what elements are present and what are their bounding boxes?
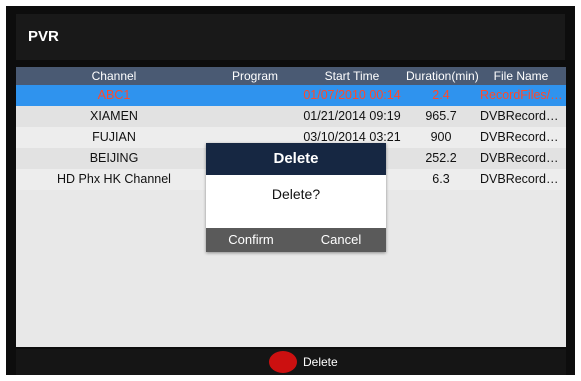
cell-program	[212, 85, 298, 106]
title-bar: PVR	[16, 14, 565, 60]
bottom-hint-bar: Delete	[16, 349, 566, 375]
cell-channel: HD Phx HK Channel	[57, 172, 171, 186]
tv-screen: PVR Channel Program Start Time Duration(…	[6, 6, 575, 375]
cell-channel: XIAMEN	[90, 109, 138, 123]
column-header-start-time: Start Time	[324, 69, 380, 83]
cell-program	[212, 106, 298, 127]
file-name-text: DVBRecordFiles/..	[480, 172, 566, 186]
table-row[interactable]: XIAMEN 01/21/2014 09:19 965.7 DVBRecordF…	[16, 106, 566, 127]
confirm-button[interactable]: Confirm	[206, 228, 296, 252]
cell-file-name: DVBRecordFiles/..	[476, 106, 566, 127]
table-header: Channel Program Start Time Duration(min)…	[16, 67, 566, 85]
file-name-text: RecordFiles/REC_	[480, 88, 566, 102]
cell-file-name: DVBRecordFiles/..	[476, 148, 566, 169]
cell-channel: ABC1	[97, 88, 131, 102]
cell-file-name: DVBRecordFiles/..	[476, 127, 566, 148]
cell-duration: 965.7	[425, 109, 457, 123]
cell-duration: 6.3	[432, 172, 450, 186]
file-name-text: DVBRecordFiles/..	[480, 130, 566, 144]
cell-duration: 252.2	[425, 151, 457, 165]
column-header-program: Program	[231, 69, 278, 83]
cancel-button[interactable]: Cancel	[296, 228, 386, 252]
column-header-duration: Duration(min)	[406, 69, 479, 83]
dialog-button-bar: Confirm Cancel	[206, 228, 386, 252]
dialog-title: Delete	[206, 143, 386, 175]
cell-start-time: 01/21/2014 09:19	[303, 109, 401, 123]
cell-start-time: 01/07/2010 00:14	[303, 88, 401, 102]
file-name-text: DVBRecordFiles/..	[480, 151, 566, 165]
cell-channel: FUJIAN	[92, 130, 136, 144]
cell-file-name: RecordFiles/REC_	[476, 85, 566, 106]
column-header-file-name: File Name	[493, 69, 549, 83]
page-title: PVR	[28, 28, 59, 45]
cell-file-name: DVBRecordFiles/..	[476, 169, 566, 190]
column-header-channel: Channel	[91, 69, 137, 83]
cell-channel: BEIJING	[89, 151, 139, 165]
table-row-selected[interactable]: ABC1 01/07/2010 00:14 2.4 RecordFiles/RE…	[16, 85, 566, 106]
cell-duration: 900	[430, 130, 452, 144]
delete-hint-label: Delete	[303, 355, 338, 369]
file-name-text: DVBRecordFiles/..	[480, 109, 566, 123]
red-button-icon	[269, 351, 297, 373]
delete-dialog: Delete Delete? Confirm Cancel	[206, 143, 386, 252]
cell-duration: 2.4	[432, 88, 450, 102]
dialog-message: Delete?	[271, 186, 321, 202]
